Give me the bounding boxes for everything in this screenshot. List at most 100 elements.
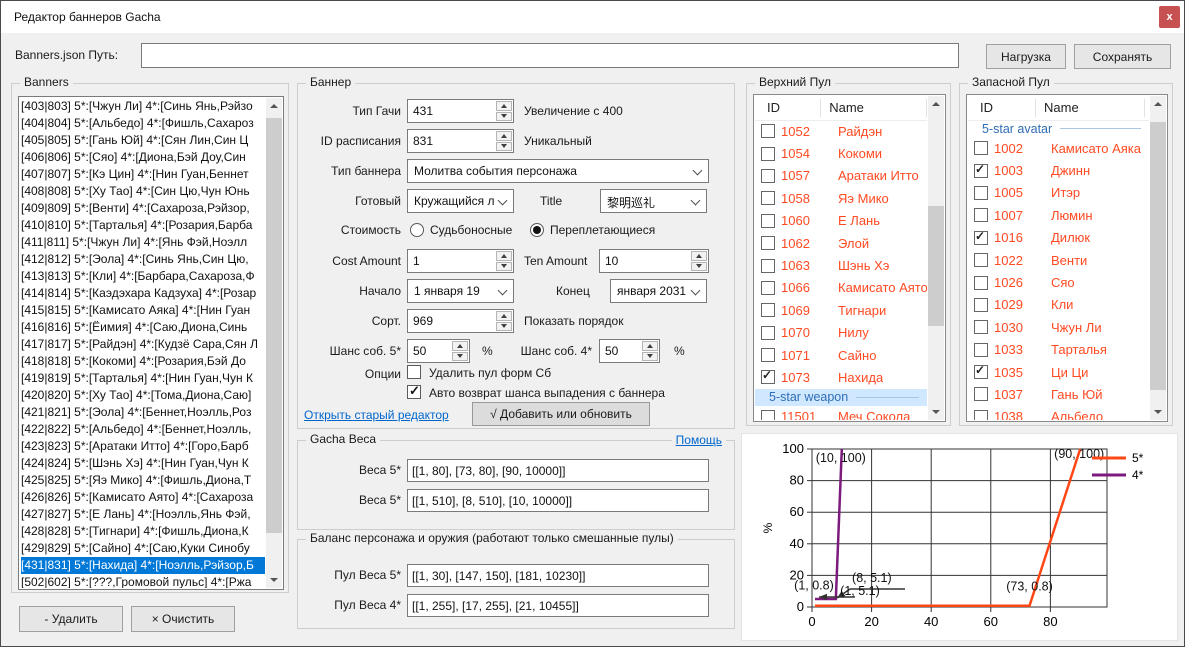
close-button[interactable]: x xyxy=(1159,6,1180,28)
pool-row[interactable]: 1060Е Лань xyxy=(755,210,927,232)
pool-weights4-input[interactable] xyxy=(407,594,709,617)
clear-banners-button[interactable]: × Очистить xyxy=(131,606,235,632)
save-button[interactable]: Сохранять xyxy=(1074,44,1171,69)
banner-list-item[interactable]: [425|825] 5*:[Яэ Мико] 4*:[Фишль,Диона,Т xyxy=(21,472,265,489)
banner-type-select[interactable]: Молитва события персонажа xyxy=(407,159,709,183)
scroll-down-icon[interactable] xyxy=(266,572,282,588)
scroll-down-icon[interactable] xyxy=(928,404,944,420)
spin-down-icon[interactable] xyxy=(496,142,512,152)
pool-row[interactable]: 1030Чжун Ли xyxy=(968,316,1149,338)
pool-row[interactable]: 1058Яэ Мико xyxy=(755,187,927,209)
pool-row[interactable]: 1033Тарталья xyxy=(968,339,1149,361)
pool-row[interactable]: 11501Меч Сокола xyxy=(755,406,927,420)
gacha-type-stepper[interactable] xyxy=(407,99,514,123)
banner-list-item[interactable]: [428|828] 5*:[Тигнари] 4*:[Фишль,Диона,К xyxy=(21,523,265,540)
cost-radio-intertwined[interactable] xyxy=(530,223,544,237)
banner-list-item[interactable]: [413|813] 5*:[Кли] 4*:[Барбара,Сахароза,… xyxy=(21,268,265,285)
banner-list-item[interactable]: [502|602] 5*:[???,Громовой пульс] 4*:[Рж… xyxy=(21,574,265,588)
banner-list-item[interactable]: [410|810] 5*:[Тарталья] 4*:[Розария,Барб… xyxy=(21,217,265,234)
pool-weights5-input[interactable] xyxy=(407,564,709,587)
banner-list-item[interactable]: [426|826] 5*:[Камисато Аято] 4*:[Сахароз… xyxy=(21,489,265,506)
sort-stepper[interactable] xyxy=(407,309,514,333)
delete-banner-button[interactable]: - Удалить xyxy=(19,606,123,632)
pool-row[interactable]: 1003Джинн xyxy=(968,159,1149,181)
banner-list-item[interactable]: [405|805] 5*:[Гань Юй] 4*:[Сян Лин,Син Ц xyxy=(21,132,265,149)
pool-row[interactable]: 1037Гань Юй xyxy=(968,383,1149,405)
spin-down-icon[interactable] xyxy=(642,352,658,362)
pool-row-checkbox[interactable] xyxy=(761,236,775,250)
pool-row[interactable]: 1038Альбедо xyxy=(968,406,1149,420)
pool-row-checkbox[interactable] xyxy=(974,231,988,245)
banner-list-item[interactable]: [408|808] 5*:[Ху Тао] 4*:[Син Цю,Чун Юнь xyxy=(21,183,265,200)
title-select[interactable]: 黎明巡礼 xyxy=(600,189,707,213)
scroll-up-icon[interactable] xyxy=(928,96,944,112)
pool-row-checkbox[interactable] xyxy=(761,370,775,384)
pool-row-checkbox[interactable] xyxy=(761,410,775,420)
pool-row[interactable]: 1007Люмин xyxy=(968,204,1149,226)
add-update-button[interactable]: √ Добавить или обновить xyxy=(472,402,650,426)
pool-row[interactable]: 1005Итэр xyxy=(968,182,1149,204)
banner-list-item[interactable]: [403|803] 5*:[Чжун Ли] 4*:[Синь Янь,Рэйз… xyxy=(21,98,265,115)
banner-list-item[interactable]: [406|806] 5*:[Сяо] 4*:[Диона,Бэй Доу,Син xyxy=(21,149,265,166)
scroll-down-icon[interactable] xyxy=(1150,404,1166,420)
scroll-up-icon[interactable] xyxy=(266,98,282,114)
cost-amount-stepper[interactable] xyxy=(407,249,514,273)
reserve-pool-list[interactable]: ID Name 5-star avatar1002Камисато Аяка10… xyxy=(966,94,1168,422)
banner-list-item[interactable]: [421|821] 5*:[Эола] 4*:[Беннет,Ноэлль,Ро… xyxy=(21,404,265,421)
spin-up-icon[interactable] xyxy=(691,251,707,261)
pool-row-checkbox[interactable] xyxy=(761,281,775,295)
banner-list-item[interactable]: [429|829] 5*:[Сайно] 4*:[Саю,Куки Синобу xyxy=(21,540,265,557)
pool-row-checkbox[interactable] xyxy=(974,164,988,178)
banner-list-item[interactable]: [412|812] 5*:[Эола] 4*:[Синь Янь,Син Цю, xyxy=(21,251,265,268)
spin-down-icon[interactable] xyxy=(452,352,468,362)
ten-amount-stepper[interactable] xyxy=(599,249,709,273)
scroll-thumb[interactable] xyxy=(1150,122,1166,390)
pool-row[interactable]: 1066Камисато Аято xyxy=(755,277,927,299)
banner-list-item[interactable]: [407|807] 5*:[Кэ Цин] 4*:[Нин Гуан,Бенне… xyxy=(21,166,265,183)
pool-row[interactable]: 1062Элой xyxy=(755,232,927,254)
pool-row[interactable]: 1063Шэнь Хэ xyxy=(755,254,927,276)
spin-down-icon[interactable] xyxy=(496,112,512,122)
pool-row-checkbox[interactable] xyxy=(761,124,775,138)
banner-list-item[interactable]: [414|814] 5*:[Каэдэхара Кадзуха] 4*:[Роз… xyxy=(21,285,265,302)
spin-up-icon[interactable] xyxy=(496,101,512,111)
banner-list-item[interactable]: [427|827] 5*:[Е Лань] 4*:[Ноэлль,Янь Фэй… xyxy=(21,506,265,523)
banner-list-item[interactable]: [431|831] 5*:[Нахида] 4*:[Ноэлль,Рэйзор,… xyxy=(21,557,265,574)
pool-row-checkbox[interactable] xyxy=(761,214,775,228)
help-link[interactable]: Помощь xyxy=(672,433,726,447)
cost-radio-fate[interactable] xyxy=(410,223,424,237)
pool-row-checkbox[interactable] xyxy=(761,326,775,340)
spin-up-icon[interactable] xyxy=(642,341,658,351)
banner-list-item[interactable]: [411|811] 5*:[Чжун Ли] 4*:[Янь Фэй,Ноэлл xyxy=(21,234,265,251)
banner-list-item[interactable]: [423|823] 5*:[Аратаки Итто] 4*:[Горо,Бар… xyxy=(21,438,265,455)
pool-row[interactable]: 1070Нилу xyxy=(755,322,927,344)
pool-row[interactable]: 1069Тигнари xyxy=(755,299,927,321)
banner-list-item[interactable]: [417|817] 5*:[Райдэн] 4*:[Кудзё Сара,Сян… xyxy=(21,336,265,353)
pool-row-checkbox[interactable] xyxy=(761,303,775,317)
weights5-input-1[interactable] xyxy=(407,459,709,482)
pool-row-checkbox[interactable] xyxy=(761,169,775,183)
banner-list-item[interactable]: [418|818] 5*:[Кокоми] 4*:[Розария,Бэй До xyxy=(21,353,265,370)
chance5-stepper[interactable] xyxy=(407,339,470,363)
banner-list-item[interactable]: [415|815] 5*:[Камисато Аяка] 4*:[Нин Гуа… xyxy=(21,302,265,319)
pool-row-checkbox[interactable] xyxy=(974,276,988,290)
pool-row[interactable]: 1071Сайно xyxy=(755,344,927,366)
pool-row-checkbox[interactable] xyxy=(974,387,988,401)
pool-row-checkbox[interactable] xyxy=(974,208,988,222)
open-old-editor-link[interactable]: Открыть старый редактор xyxy=(304,408,449,422)
pool-row[interactable]: 1026Сяо xyxy=(968,271,1149,293)
pool-row-checkbox[interactable] xyxy=(761,147,775,161)
scroll-thumb[interactable] xyxy=(266,118,282,533)
pool-row[interactable]: 1035Ци Ци xyxy=(968,361,1149,383)
scroll-thumb[interactable] xyxy=(928,206,944,326)
pool-row-checkbox[interactable] xyxy=(974,141,988,155)
spin-down-icon[interactable] xyxy=(496,322,512,332)
pool-row-checkbox[interactable] xyxy=(761,348,775,362)
banner-list-item[interactable]: [409|809] 5*:[Венти] 4*:[Сахароза,Рэйзор… xyxy=(21,200,265,217)
pool-row[interactable]: 1054Кокоми xyxy=(755,142,927,164)
pool-row-checkbox[interactable] xyxy=(974,186,988,200)
pool-row-checkbox[interactable] xyxy=(761,191,775,205)
schedule-id-stepper[interactable] xyxy=(407,129,514,153)
pool-row-checkbox[interactable] xyxy=(974,253,988,267)
weights5-input-2[interactable] xyxy=(407,489,709,512)
